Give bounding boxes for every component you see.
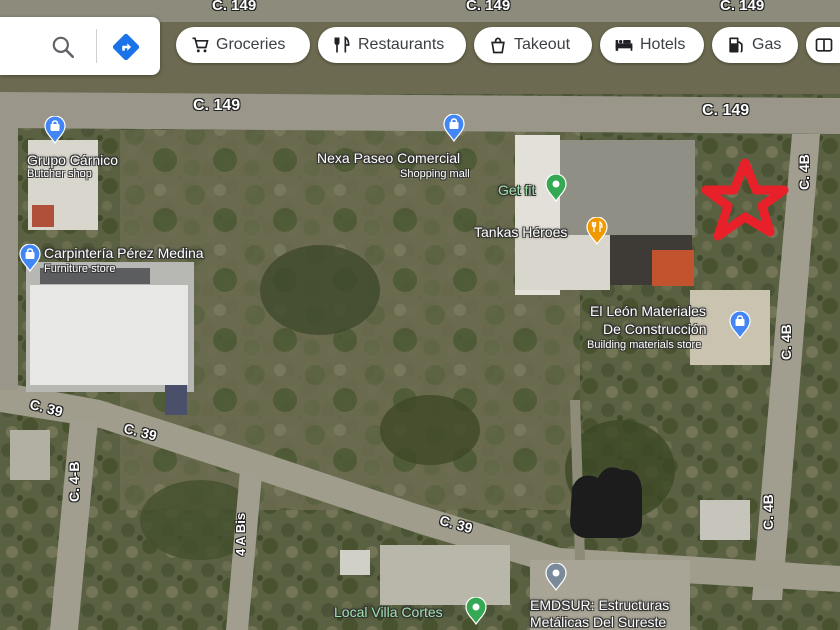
redaction-blob [570, 467, 642, 538]
poi-name[interactable]: Get fit [498, 182, 535, 198]
poi-name-line2[interactable]: Metálicas Del Sureste [530, 614, 666, 630]
road-label: C. 149 [466, 0, 511, 14]
restaurant-pin-icon[interactable] [586, 217, 608, 245]
bed-icon [615, 40, 633, 51]
poi-name[interactable]: Carpintería Pérez Medina [44, 245, 204, 261]
building [165, 385, 187, 415]
poi-category: Shopping mall [400, 168, 470, 180]
poi-category: Building materials store [587, 339, 702, 351]
cart-icon [192, 37, 209, 53]
road-label: C. 4B [796, 154, 812, 190]
building [380, 545, 510, 605]
poi-name[interactable]: Tankas Héroes [474, 224, 567, 240]
parking-lot [560, 140, 695, 235]
building [10, 430, 50, 480]
poi-name-line2[interactable]: De Construcción [603, 321, 707, 337]
dark-tree-cluster [260, 245, 380, 335]
poi-category: Furniture store [44, 263, 116, 275]
chip-gas[interactable]: Gas [712, 27, 798, 63]
road-label: C. 4B [778, 324, 794, 360]
shopping-bag-pin-icon[interactable] [44, 116, 66, 144]
poi-name[interactable]: Nexa Paseo Comercial [317, 150, 460, 166]
fitness-pin-icon[interactable] [545, 174, 567, 202]
warehouse-roof-light [30, 285, 188, 385]
building-roof-red [32, 205, 54, 227]
poi-category: Butcher shop [27, 168, 92, 180]
chip-label: Hotels [640, 36, 686, 53]
road-left-vertical [0, 128, 18, 390]
search-box[interactable] [0, 17, 160, 75]
takeout-bag-icon [491, 37, 505, 54]
road-label: C. 149 [720, 0, 765, 14]
gas-pump-icon [729, 37, 743, 53]
road-label: C. 4-B [66, 461, 82, 502]
chip-label: Takeout [514, 36, 571, 53]
fork-knife-icon [334, 36, 350, 53]
road-label: C. 149 [193, 97, 241, 114]
place-pin-icon[interactable] [465, 597, 487, 625]
shopping-bag-pin-icon[interactable] [729, 311, 751, 339]
search-divider [96, 29, 97, 63]
road-label: C. 149 [702, 102, 750, 119]
directions-icon[interactable] [111, 32, 141, 62]
chip-label: Gas [752, 36, 782, 53]
chip-hotels[interactable]: Hotels [600, 27, 704, 63]
road-label: C. 4B [760, 494, 776, 530]
shopping-bag-pin-icon[interactable] [19, 244, 41, 272]
chip-label: Groceries [216, 36, 286, 53]
poi-name[interactable]: Local Villa Cortes [334, 604, 443, 620]
building-roof-red [652, 250, 694, 286]
road-label: C. 149 [212, 0, 257, 14]
place-pin-icon[interactable] [545, 563, 567, 591]
chip-restaurants[interactable]: Restaurants [318, 27, 466, 63]
chip-more[interactable] [806, 27, 840, 63]
shopping-bag-pin-icon[interactable] [443, 114, 465, 142]
chip-label: Restaurants [358, 36, 445, 53]
chip-groceries[interactable]: Groceries [176, 27, 310, 63]
poi-name[interactable]: EMDSUR: Estructuras [530, 597, 669, 613]
more-icon [815, 38, 833, 52]
dark-tree-cluster [380, 395, 480, 465]
chip-takeout[interactable]: Takeout [474, 27, 592, 63]
search-icon[interactable] [50, 34, 76, 60]
poi-name[interactable]: El León Materiales [590, 303, 706, 319]
poi-name[interactable]: Grupo Cárnico [27, 152, 118, 168]
satellite-map[interactable] [0, 0, 840, 630]
building [700, 500, 750, 540]
road-label: 4 A Bis [233, 512, 248, 556]
building [340, 550, 370, 575]
